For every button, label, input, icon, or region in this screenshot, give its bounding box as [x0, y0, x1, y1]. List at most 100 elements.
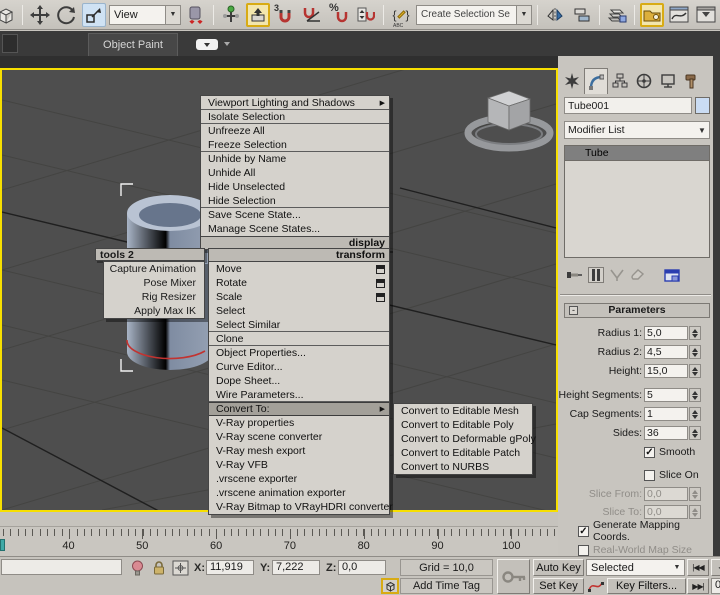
radius1-spinner[interactable]	[689, 326, 701, 340]
menu-item[interactable]: V-Ray mesh export	[209, 444, 389, 458]
default-tangent-icon[interactable]	[588, 579, 604, 593]
menu-item[interactable]: V-Ray scene converter	[209, 430, 389, 444]
real-world-checkbox[interactable]	[578, 545, 589, 556]
select-and-place-icon[interactable]	[246, 3, 270, 27]
menu-item[interactable]: Curve Editor...	[209, 360, 389, 374]
collapse-icon[interactable]: -	[569, 306, 578, 315]
auto-key-button[interactable]: Auto Key	[533, 559, 584, 576]
toggle-ribbon-icon[interactable]	[640, 3, 664, 27]
layer-manager-icon[interactable]	[605, 3, 629, 27]
x-coordinate-field[interactable]: 11,919	[206, 560, 254, 575]
ribbon-minimize-icon[interactable]	[196, 39, 218, 50]
angle-snap-icon[interactable]	[300, 3, 324, 27]
menu-item[interactable]: .vrscene animation exporter	[209, 486, 389, 500]
reference-coordinate-dropdown[interactable]: View ▼	[109, 5, 181, 25]
curve-editor-icon[interactable]	[667, 3, 691, 27]
menu-item[interactable]: Save Scene State...	[201, 208, 389, 222]
edit-named-selection-sets-icon[interactable]: { } ABC	[389, 3, 413, 27]
submenu-item[interactable]: Convert to NURBS	[394, 460, 532, 474]
key-filter-scope-dropdown[interactable]: Selected ▼	[586, 559, 685, 576]
height-segments-field[interactable]: 5	[644, 388, 688, 402]
menu-item[interactable]: Unhide by Name	[201, 152, 389, 166]
menu-item[interactable]: Apply Max IK	[104, 304, 204, 318]
tab-create-icon[interactable]	[560, 68, 584, 94]
make-unique-icon[interactable]	[610, 269, 624, 281]
radius2-field[interactable]: 4,5	[644, 345, 688, 359]
select-and-rotate-icon[interactable]	[55, 3, 79, 27]
radius2-spinner[interactable]	[689, 345, 701, 359]
stack-item-tube[interactable]: Tube	[565, 146, 709, 161]
menu-item[interactable]: Capture Animation	[104, 262, 204, 276]
menu-item[interactable]: Select Similar	[209, 318, 389, 332]
object-color-swatch[interactable]	[695, 97, 710, 114]
tab-object-paint[interactable]: Object Paint	[88, 33, 178, 56]
select-and-manipulate-icon[interactable]	[219, 3, 243, 27]
menu-item[interactable]: Hide Selection	[201, 194, 389, 208]
menu-item[interactable]: Unhide All	[201, 166, 389, 180]
key-filters-button[interactable]: Key Filters...	[607, 578, 686, 594]
parameters-rollout-header[interactable]: - Parameters	[564, 303, 710, 318]
z-coordinate-field[interactable]: 0,0	[338, 560, 386, 575]
menu-item[interactable]: Viewport Lighting and Shadows	[201, 96, 389, 110]
submenu-item[interactable]: Convert to Editable Poly	[394, 418, 532, 432]
percent-snap-icon[interactable]: %	[327, 3, 351, 27]
mirror-icon[interactable]	[543, 3, 567, 27]
previous-frame-button[interactable]: ◀	[711, 559, 720, 576]
time-slider-edge[interactable]	[0, 539, 5, 551]
menu-item[interactable]: Manage Scene States...	[201, 222, 389, 236]
menu-item[interactable]: Clone	[209, 332, 389, 346]
cap-segments-spinner[interactable]	[689, 407, 701, 421]
ribbon-options-caret-icon[interactable]	[224, 42, 230, 49]
height-field[interactable]: 15,0	[644, 364, 688, 378]
radius1-field[interactable]: 5,0	[644, 326, 688, 340]
menu-item[interactable]: V-Ray properties	[209, 416, 389, 430]
modifier-list-dropdown[interactable]: Modifier List ▼	[564, 121, 710, 139]
modifier-stack[interactable]: Tube	[564, 145, 710, 258]
smooth-checkbox[interactable]: ✓	[644, 447, 655, 458]
tab-modify-icon[interactable]	[584, 68, 608, 94]
menu-item[interactable]: V-Ray VFB	[209, 458, 389, 472]
height-segments-spinner[interactable]	[689, 388, 701, 402]
object-name-field[interactable]: Tube001	[564, 97, 692, 114]
menu-item[interactable]: Rotate	[209, 276, 389, 290]
maxscript-mini-listener[interactable]	[1, 559, 122, 575]
tab-utilities-icon[interactable]	[680, 68, 704, 94]
go-to-end-button[interactable]: ▶▶|	[687, 578, 709, 594]
height-spinner[interactable]	[689, 364, 701, 378]
menu-item[interactable]: Pose Mixer	[104, 276, 204, 290]
menu-item[interactable]: V-Ray Bitmap to VRayHDRI converter	[209, 500, 389, 514]
pin-stack-icon[interactable]	[566, 269, 582, 281]
menu-item[interactable]: Isolate Selection	[201, 110, 389, 124]
cap-segments-field[interactable]: 1	[644, 407, 688, 421]
go-to-start-button[interactable]: |◀◀	[687, 559, 709, 576]
select-and-scale-icon[interactable]	[82, 3, 106, 27]
spinner-snap-icon[interactable]	[354, 3, 378, 27]
menu-item[interactable]: Freeze Selection	[201, 138, 389, 152]
menu-item[interactable]: Move	[209, 262, 389, 276]
menu-item[interactable]: Convert To:	[209, 402, 389, 416]
menu-item[interactable]: Wire Parameters...	[209, 388, 389, 402]
timeline-ruler[interactable]: 405060708090100	[0, 526, 558, 556]
menu-item[interactable]: Unfreeze All	[201, 124, 389, 138]
menu-item[interactable]: Rig Resizer	[104, 290, 204, 304]
generate-mapping-checkbox[interactable]: ✓	[578, 526, 589, 537]
quad-header-tools2[interactable]: tools 2	[95, 248, 205, 261]
configure-modifier-sets-icon[interactable]	[664, 269, 680, 282]
tab-motion-icon[interactable]	[632, 68, 656, 94]
snaps-toggle-icon[interactable]: 3	[273, 3, 297, 27]
quad-header-transform[interactable]: transform	[209, 249, 389, 262]
use-pivot-point-icon[interactable]	[184, 3, 208, 27]
menu-item[interactable]: Select	[209, 304, 389, 318]
remove-modifier-icon[interactable]	[630, 269, 644, 281]
sides-field[interactable]: 36	[644, 426, 688, 440]
submenu-item[interactable]: Convert to Deformable gPoly	[394, 432, 532, 446]
submenu-item[interactable]: Convert to Editable Patch	[394, 446, 532, 460]
show-end-result-icon[interactable]	[588, 267, 604, 283]
menu-item[interactable]: Hide Unselected	[201, 180, 389, 194]
add-time-tag[interactable]: Add Time Tag	[400, 578, 493, 594]
select-and-move-icon[interactable]	[28, 3, 52, 27]
select-object-icon[interactable]	[0, 3, 17, 27]
current-frame-field[interactable]: 0	[711, 578, 720, 594]
tab-display-icon[interactable]	[656, 68, 680, 94]
y-coordinate-field[interactable]: 7,222	[272, 560, 320, 575]
